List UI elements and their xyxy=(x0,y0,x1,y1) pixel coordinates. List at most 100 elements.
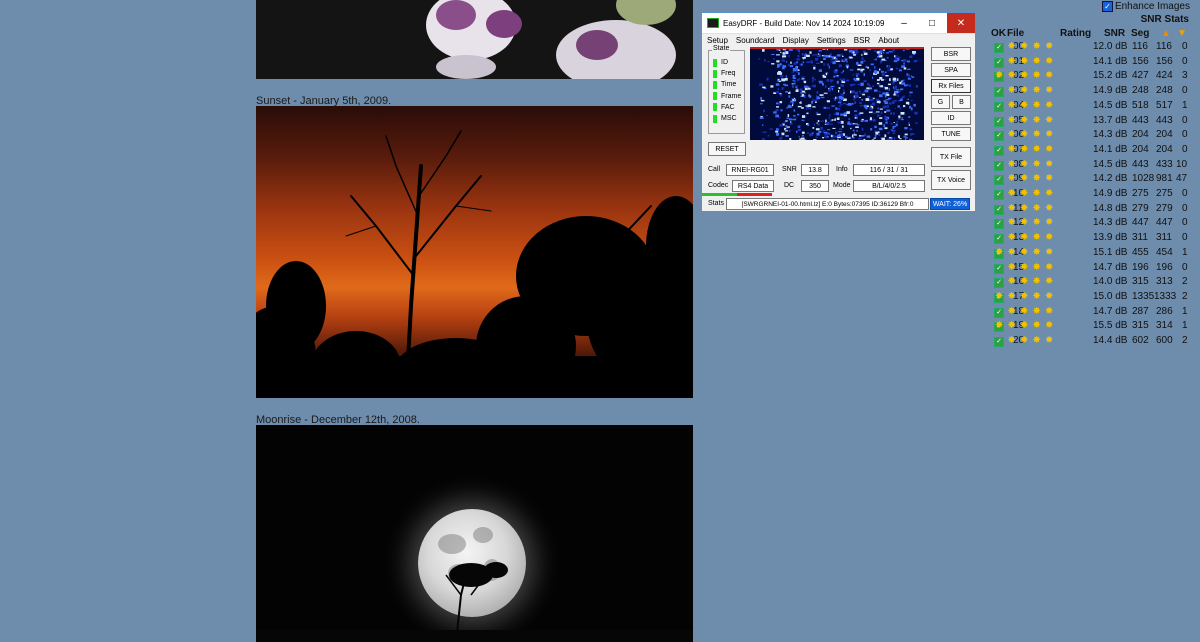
menu-setup[interactable]: Setup xyxy=(707,36,728,45)
menu-settings[interactable]: Settings xyxy=(817,36,846,45)
waterfall-speck xyxy=(835,107,838,110)
waterfall-speck xyxy=(775,130,779,133)
waterfall-speck xyxy=(884,101,888,105)
ok-checkbox[interactable]: ✓ xyxy=(994,278,1004,289)
waterfall-speck xyxy=(856,75,858,77)
ok-checkbox[interactable]: ✓ xyxy=(994,87,1004,98)
seg-value: 311 xyxy=(1132,232,1148,244)
menu-about[interactable]: About xyxy=(878,36,899,45)
minimize-button[interactable]: – xyxy=(890,13,918,33)
waterfall-speck xyxy=(801,119,805,121)
easydrf-window[interactable]: EasyDRF - Build Date: Nov 14 2024 10:19:… xyxy=(701,12,976,212)
title-bar[interactable]: EasyDRF - Build Date: Nov 14 2024 10:19:… xyxy=(702,13,975,34)
reset-button[interactable]: RESET xyxy=(708,142,746,156)
ok-checkbox[interactable]: ✓ xyxy=(994,43,1004,53)
waterfall-speck xyxy=(812,106,816,108)
waterfall-speck xyxy=(885,121,888,124)
ok-checkbox[interactable]: ✓ xyxy=(994,337,1004,347)
spa-button[interactable]: SPA xyxy=(931,63,971,77)
waterfall-speck xyxy=(792,77,797,79)
close-button[interactable]: ✕ xyxy=(947,13,975,33)
info-field: 116 / 31 / 31 xyxy=(853,164,925,176)
ok-checkbox[interactable]: ✓ xyxy=(994,307,1004,318)
waterfall-speck xyxy=(909,91,913,94)
table-row: ✓ 00 ✸ ✸ ✸ ✸ 12.0 dB 116 116 0 xyxy=(985,40,1195,55)
tx-voice-button[interactable]: TX Voice xyxy=(931,170,971,190)
waterfall-speck xyxy=(820,61,823,63)
waterfall-speck xyxy=(876,51,880,54)
waterfall-speck xyxy=(806,86,810,89)
star-icon: ✸ xyxy=(1007,276,1016,288)
table-row: ✓ 01 ✸ ✸ ✸ ✸ 14.1 dB 156 156 0 xyxy=(985,55,1195,70)
waterfall-speck xyxy=(863,80,867,83)
ok-checkbox[interactable]: ✓ xyxy=(994,175,1004,186)
seg-received: 156 xyxy=(1156,55,1173,67)
tune-button[interactable]: TUNE xyxy=(931,127,971,141)
waterfall-speck xyxy=(862,91,864,94)
star-icon: ✸ xyxy=(1045,70,1054,82)
ok-checkbox[interactable]: ✓ xyxy=(994,131,1004,142)
star-icon: ✸ xyxy=(1007,335,1016,346)
waterfall-speck xyxy=(840,71,844,74)
red-indicator-bar xyxy=(737,193,772,196)
menu-soundcard[interactable]: Soundcard xyxy=(736,36,775,45)
snr-value: 14.9 dB xyxy=(1093,188,1128,199)
seg-received: 600 xyxy=(1156,335,1173,346)
state-time: Time xyxy=(709,79,744,90)
maximize-button[interactable]: □ xyxy=(918,13,946,33)
ok-checkbox[interactable]: ✓ xyxy=(994,160,1004,171)
waterfall-speck xyxy=(907,74,910,77)
waterfall-speck xyxy=(888,102,892,105)
ok-checkbox[interactable]: ✓ xyxy=(994,101,1004,112)
waterfall-speck xyxy=(878,122,883,125)
bsr-button[interactable]: BSR xyxy=(931,47,971,61)
waterfall-speck xyxy=(875,58,877,61)
ok-checkbox[interactable]: ✓ xyxy=(994,263,1004,274)
ok-checkbox[interactable]: ✓ xyxy=(994,116,1004,127)
snr-value: 14.3 dB xyxy=(1093,217,1128,229)
waterfall-speck xyxy=(833,113,837,115)
ok-checkbox[interactable]: ✓ xyxy=(994,219,1004,230)
waterfall-speck xyxy=(789,138,792,140)
ok-checkbox[interactable]: ✓ xyxy=(994,204,1004,215)
waterfall-speck xyxy=(852,129,855,132)
waterfall-speck xyxy=(776,60,780,63)
seg-value: 275 xyxy=(1132,188,1149,199)
waterfall-speck xyxy=(820,120,824,122)
waterfall-speck xyxy=(909,138,913,140)
id-button[interactable]: ID xyxy=(931,111,971,125)
ok-checkbox[interactable]: ✓ xyxy=(994,190,1004,200)
menu-bsr[interactable]: BSR xyxy=(854,36,870,45)
waterfall-speck xyxy=(782,65,785,68)
ok-checkbox[interactable]: ✓ xyxy=(994,145,1004,156)
enhance-images-toggle[interactable]: ✓ Enhance Images xyxy=(1101,1,1190,12)
b-button[interactable]: B xyxy=(952,95,971,109)
star-icon: ✸ xyxy=(1020,70,1029,82)
waterfall-speck xyxy=(819,80,823,84)
tx-file-button[interactable]: TX File xyxy=(931,147,971,167)
star-icon: ✸ xyxy=(1045,276,1054,288)
waterfall-speck xyxy=(827,135,829,138)
waterfall-speck xyxy=(776,54,780,56)
waterfall-speck xyxy=(872,102,876,106)
star-icon: ✸ xyxy=(1032,217,1041,229)
g-button[interactable]: G xyxy=(931,95,950,109)
state-id: ID xyxy=(709,57,744,68)
waterfall-speck xyxy=(844,58,848,61)
waterfall-speck xyxy=(896,89,900,91)
snr-value: 15.1 dB xyxy=(1093,246,1128,258)
waterfall-speck xyxy=(854,49,858,52)
enhance-checkbox[interactable]: ✓ xyxy=(1101,1,1113,12)
menu-display[interactable]: Display xyxy=(783,36,809,45)
ok-checkbox[interactable]: ✓ xyxy=(994,57,1004,68)
waterfall-speck xyxy=(792,83,796,85)
seg-received: 433 xyxy=(1156,158,1173,170)
state-fac: FAC xyxy=(709,102,744,113)
seg-missing: 0 xyxy=(1182,261,1188,273)
thumbs-down-icon: ▼ xyxy=(1177,28,1187,39)
ok-checkbox[interactable]: ✓ xyxy=(994,234,1004,245)
waterfall-speck xyxy=(818,69,822,72)
waterfall-speck xyxy=(899,107,902,110)
star-icon: ✸ xyxy=(1020,290,1029,302)
rx-files-button[interactable]: Rx Files xyxy=(931,79,971,93)
